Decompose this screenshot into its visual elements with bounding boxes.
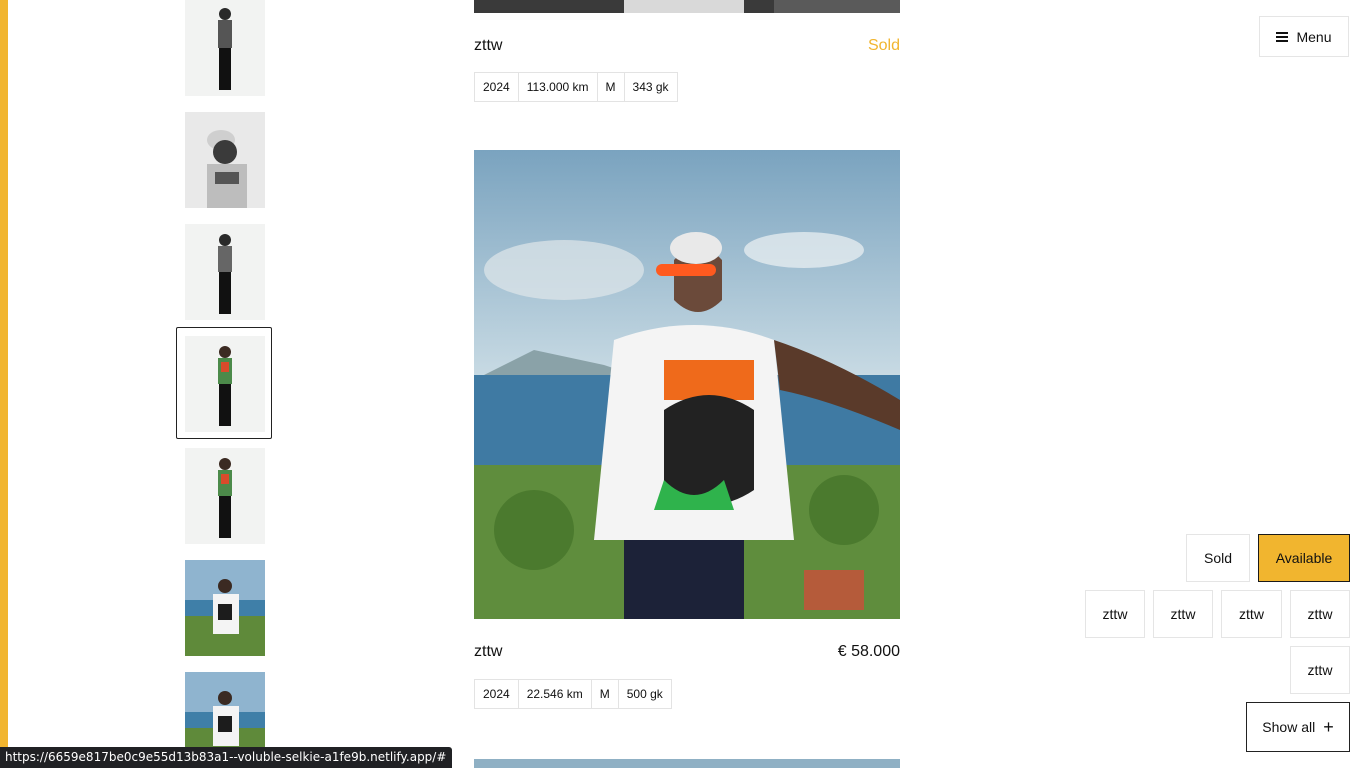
spec-size: M [598,73,625,101]
menu-label: Menu [1296,28,1332,45]
listing-2-image[interactable] [474,150,900,619]
spec-mileage: 22.546 km [519,680,592,708]
filter-sold-button[interactable]: Sold [1186,534,1250,582]
filter-available-button[interactable]: Available [1258,534,1350,582]
brand-filter-button[interactable]: zttw [1290,646,1350,694]
listing-1-status: Sold [867,37,900,54]
thumbnail-4[interactable] [185,336,265,432]
thumbnail-5[interactable] [185,448,265,544]
thumbnail-1[interactable] [185,0,265,96]
listing-1-image[interactable] [474,0,900,13]
accent-bar [0,0,8,768]
spec-year: 2024 [475,73,519,101]
spec-power: 343 gk [632,80,669,94]
brand-filter-button[interactable]: zttw [1290,590,1350,638]
listing-2-title[interactable]: zttw [474,643,502,661]
thumbnail-6[interactable] [185,560,265,656]
listing-2-price: € 58.000 [837,643,900,660]
plus-icon: + [1323,717,1334,737]
brand-filter-button[interactable]: zttw [1085,590,1145,638]
spec-mileage: 113.000 km [519,73,598,101]
thumbnail-2[interactable] [185,112,265,208]
hamburger-icon [1276,31,1289,42]
listing-1-specs: 2024 113.000 km M 343 gk [474,72,678,102]
show-all-label: Show all [1262,719,1316,735]
spec-power: 500 gk [626,687,663,701]
status-bar-url: https://6659e817be0c9e55d13b83a1--volubl… [0,747,453,768]
brand-filter-button[interactable]: zttw [1221,590,1282,638]
spec-size: M [592,680,619,708]
listing-2-specs: 2024 22.546 km M 500 gk [474,679,672,709]
listing-3-image[interactable] [474,757,900,768]
menu-button[interactable]: Menu [1259,16,1349,57]
show-all-button[interactable]: Show all + [1246,702,1350,752]
spec-year: 2024 [475,680,519,708]
brand-filter-button[interactable]: zttw [1153,590,1213,638]
listing-1-title[interactable]: zttw [474,37,502,55]
thumbnail-3[interactable] [185,224,265,320]
